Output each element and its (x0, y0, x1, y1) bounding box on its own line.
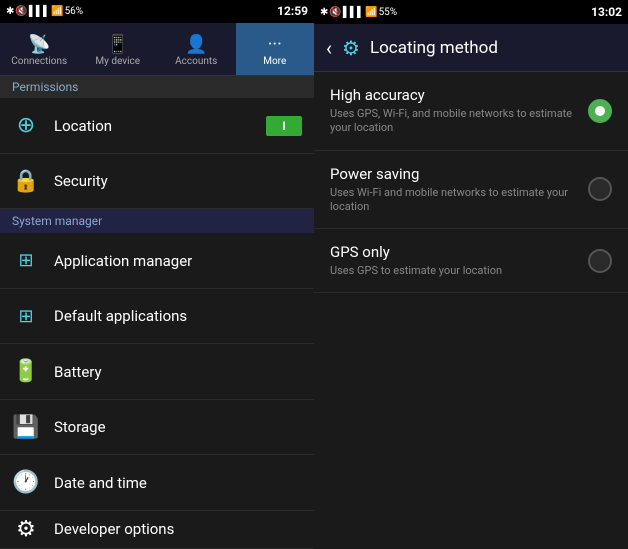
tab-mydevice[interactable]: 📱 My device (79, 23, 158, 76)
power-saving-option[interactable]: Power saving Uses Wi-Fi and mobile netwo… (314, 151, 628, 230)
battery-left: 56% (65, 6, 84, 17)
signal-icon: ▌▌▌ (29, 6, 50, 17)
power-saving-radio[interactable] (588, 177, 612, 201)
high-accuracy-option[interactable]: High accuracy Uses GPS, Wi-Fi, and mobil… (314, 72, 628, 151)
right-battery: 55% (379, 7, 398, 18)
back-button[interactable]: ‹ (326, 36, 332, 60)
battery-label: Battery (54, 363, 102, 381)
datetime-item[interactable]: 🕐 Date and time (0, 455, 314, 510)
mydevice-icon: 📱 (107, 36, 129, 54)
security-icon: 🔒 (12, 169, 40, 194)
storage-item[interactable]: 💾 Storage (0, 400, 314, 455)
app-manager-icon: ⊞ (12, 250, 40, 271)
high-accuracy-desc: Uses GPS, Wi-Fi, and mobile networks to … (330, 107, 588, 136)
gps-only-title: GPS only (330, 243, 588, 261)
power-saving-desc: Uses Wi-Fi and mobile networks to estima… (330, 186, 588, 215)
location-label: Location (54, 117, 112, 135)
system-manager-header: System manager (0, 209, 314, 233)
left-time: 12:59 (277, 4, 308, 18)
developer-label: Developer options (54, 520, 174, 538)
right-bluetooth-icon: ✱ (320, 7, 328, 18)
tab-accounts[interactable]: 👤 Accounts (157, 23, 236, 76)
location-toggle-inner: I (266, 116, 302, 136)
right-signal-icon: ▌▌▌ (343, 7, 364, 18)
status-bar-left: ✱ 🔇 ▌▌▌ 📶 56% 12:59 (0, 0, 314, 23)
left-status-icons: ✱ 🔇 ▌▌▌ 📶 56% (6, 6, 83, 17)
location-icon: ⊕ (12, 113, 40, 138)
volume-icon: 🔇 (15, 6, 27, 17)
gps-only-radio[interactable] (588, 249, 612, 273)
page-title: Locating method (370, 38, 498, 58)
high-accuracy-text: High accuracy Uses GPS, Wi-Fi, and mobil… (330, 86, 588, 136)
connections-icon: 📡 (28, 36, 50, 54)
developer-icon: ⚙ (12, 517, 40, 542)
right-panel: ✱ 🔇 ▌▌▌ 📶 55% 13:02 ‹ ⚙ Locating method … (314, 0, 628, 549)
high-accuracy-title: High accuracy (330, 86, 588, 104)
default-apps-item[interactable]: ⊞ Default applications (0, 289, 314, 344)
security-item[interactable]: 🔒 Security (0, 154, 314, 209)
tab-bar: 📡 Connections 📱 My device 👤 Accounts ···… (0, 23, 314, 77)
tab-more[interactable]: ··· More (236, 23, 315, 76)
power-saving-text: Power saving Uses Wi-Fi and mobile netwo… (330, 165, 588, 215)
more-label: More (263, 56, 286, 67)
right-time: 13:02 (591, 5, 622, 19)
location-toggle[interactable]: I (266, 116, 302, 136)
connections-label: Connections (11, 56, 67, 67)
gps-only-text: GPS only Uses GPS to estimate your locat… (330, 243, 588, 278)
status-bar-right: ✱ 🔇 ▌▌▌ 📶 55% 13:02 (314, 0, 628, 24)
app-manager-item[interactable]: ⊞ Application manager (0, 233, 314, 288)
wifi-icon: 📶 (51, 6, 63, 17)
battery-item[interactable]: 🔋 Battery (0, 344, 314, 399)
more-icon: ··· (268, 36, 282, 54)
right-volume-icon: 🔇 (329, 7, 341, 18)
right-wifi-icon: 📶 (365, 7, 377, 18)
developer-item[interactable]: ⚙ Developer options (0, 511, 314, 549)
datetime-icon: 🕐 (12, 470, 40, 495)
default-apps-label: Default applications (54, 307, 187, 325)
storage-label: Storage (54, 418, 106, 436)
power-saving-title: Power saving (330, 165, 588, 183)
right-status-icons: ✱ 🔇 ▌▌▌ 📶 55% (320, 7, 397, 18)
locating-gear-icon: ⚙ (342, 36, 360, 60)
permissions-header: Permissions (0, 76, 314, 98)
app-manager-label: Application manager (54, 252, 192, 270)
high-accuracy-radio[interactable] (588, 99, 612, 123)
datetime-label: Date and time (54, 474, 147, 492)
default-apps-icon: ⊞ (12, 306, 40, 327)
gps-only-desc: Uses GPS to estimate your location (330, 264, 588, 278)
location-item[interactable]: ⊕ Location I (0, 98, 314, 153)
security-label: Security (54, 172, 108, 190)
accounts-label: Accounts (175, 56, 217, 67)
gps-only-option[interactable]: GPS only Uses GPS to estimate your locat… (314, 229, 628, 293)
tab-connections[interactable]: 📡 Connections (0, 23, 79, 76)
mydevice-label: My device (95, 56, 140, 67)
bluetooth-icon: ✱ (6, 6, 14, 17)
storage-icon: 💾 (12, 415, 40, 440)
accounts-icon: 👤 (185, 36, 207, 54)
battery-icon: 🔋 (12, 359, 40, 384)
left-panel: ✱ 🔇 ▌▌▌ 📶 56% 12:59 📡 Connections 📱 My d… (0, 0, 314, 549)
action-bar: ‹ ⚙ Locating method (314, 24, 628, 72)
